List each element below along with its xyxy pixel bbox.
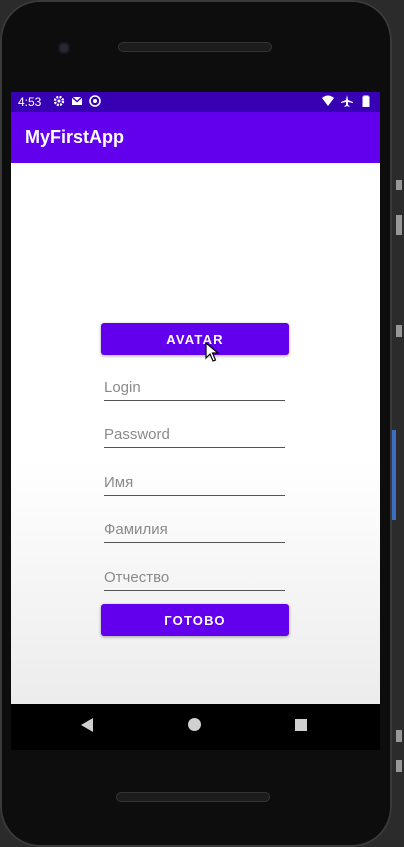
- login-field[interactable]: [104, 370, 285, 401]
- app-bar: MyFirstApp: [11, 112, 380, 163]
- front-camera: [58, 42, 70, 54]
- first-name-input[interactable]: [104, 474, 285, 491]
- bottom-speaker: [116, 792, 270, 802]
- last-name-input[interactable]: [104, 521, 285, 538]
- airplane-icon: [341, 95, 353, 107]
- avatar-button[interactable]: AVATAR: [101, 323, 289, 355]
- patronymic-input[interactable]: [104, 569, 285, 586]
- wifi-icon: [322, 95, 334, 106]
- recent-apps-icon[interactable]: [295, 719, 307, 731]
- app-screen: 4:53 MyFirstApp AVATAR Login Имя Фамилия…: [11, 92, 380, 704]
- mouse-cursor-icon: [205, 342, 219, 362]
- password-field[interactable]: [104, 417, 285, 448]
- phone-frame: 4:53 MyFirstApp AVATAR Login Имя Фамилия…: [0, 0, 392, 847]
- battery-icon: [362, 95, 370, 107]
- done-button[interactable]: ГОТОВО: [101, 604, 289, 636]
- patronymic-field[interactable]: [104, 560, 285, 591]
- gear-icon: [53, 95, 65, 107]
- system-nav-bar: [11, 704, 380, 750]
- mail-icon: [71, 96, 83, 105]
- sync-icon: [89, 95, 101, 107]
- background-ide-strip: [392, 0, 404, 847]
- status-time: 4:53: [18, 95, 42, 109]
- login-input[interactable]: [104, 379, 285, 396]
- password-input[interactable]: [104, 426, 285, 443]
- status-bar: 4:53: [11, 92, 380, 112]
- first-name-field[interactable]: [104, 465, 285, 496]
- home-icon[interactable]: [188, 718, 201, 731]
- back-icon[interactable]: [81, 718, 93, 732]
- last-name-field[interactable]: [104, 512, 285, 543]
- top-speaker: [118, 42, 272, 52]
- app-title: MyFirstApp: [25, 127, 124, 147]
